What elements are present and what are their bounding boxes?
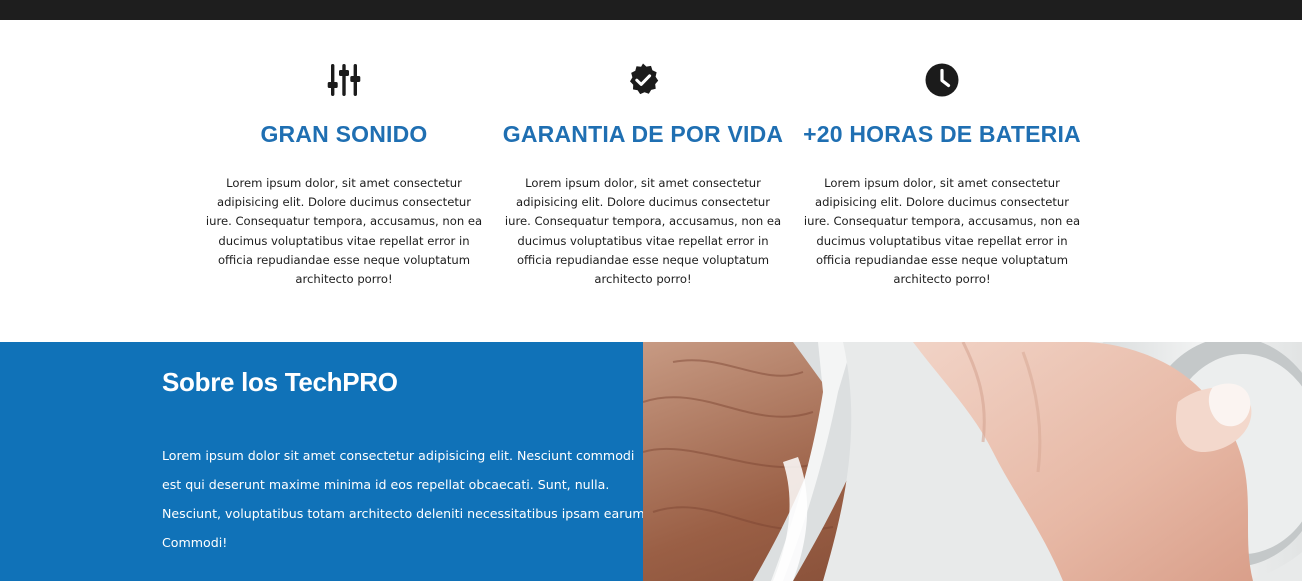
sliders-icon <box>194 60 494 100</box>
verified-badge-icon <box>493 60 793 100</box>
feature-title: GARANTIA DE POR VIDA <box>502 121 784 147</box>
clock-icon <box>792 60 1092 100</box>
about-description: Lorem ipsum dolor sit amet consectetur a… <box>162 448 643 550</box>
feature-description: Lorem ipsum dolor, sit amet consectetur … <box>803 176 1081 287</box>
about-section: Sobre los TechPRO Lorem ipsum dolor sit … <box>0 342 643 581</box>
feature-description: Lorem ipsum dolor, sit amet consectetur … <box>205 176 483 287</box>
feature-description: Lorem ipsum dolor, sit amet consectetur … <box>504 176 782 287</box>
headphones-photo <box>643 342 1302 581</box>
feature-title: GRAN SONIDO <box>260 121 428 147</box>
feature-title: +20 HORAS DE BATERIA <box>803 121 1081 147</box>
about-title: Sobre los TechPRO <box>162 367 398 397</box>
features-section: GRAN SONIDO Lorem ipsum dolor, sit amet … <box>0 20 1302 342</box>
top-nav-bar <box>0 0 1302 20</box>
